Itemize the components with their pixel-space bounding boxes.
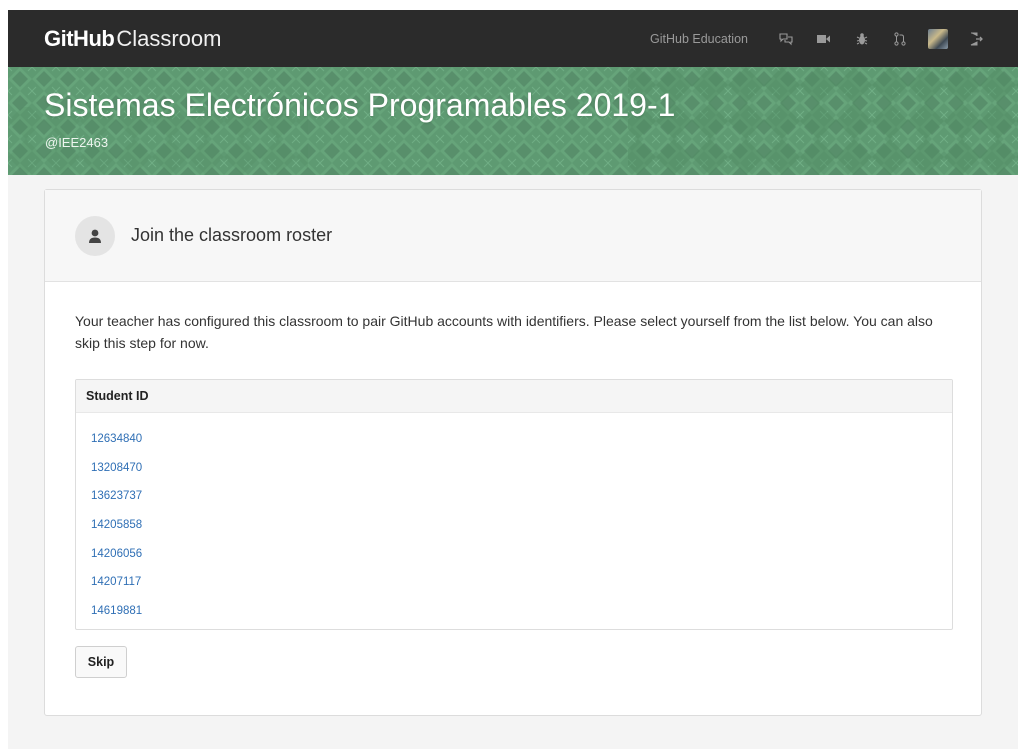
brand-classroom: Classroom bbox=[116, 25, 222, 51]
student-id-item[interactable]: 14206056 bbox=[91, 540, 952, 569]
classroom-banner: Sistemas Electrónicos Programables 2019-… bbox=[8, 67, 1018, 175]
student-id-header: Student ID bbox=[76, 380, 952, 413]
pull-request-icon[interactable] bbox=[882, 27, 918, 51]
brand-logo[interactable]: GitHub Classroom bbox=[44, 26, 221, 52]
student-list: 12634840 13208470 13623737 14205858 1420… bbox=[76, 413, 952, 629]
github-education-link[interactable]: GitHub Education bbox=[650, 32, 748, 46]
user-icon bbox=[75, 215, 115, 256]
brand-github: GitHub bbox=[44, 25, 115, 51]
student-id-item[interactable]: 13208470 bbox=[91, 454, 952, 483]
student-id-item[interactable]: 14619881 bbox=[91, 597, 952, 626]
roster-panel: Join the classroom roster Your teacher h… bbox=[44, 189, 982, 716]
video-icon[interactable] bbox=[806, 27, 842, 51]
nav-actions: GitHub Education bbox=[650, 10, 1018, 67]
panel-header: Join the classroom roster bbox=[45, 190, 981, 282]
student-id-item[interactable]: 14207117 bbox=[91, 568, 952, 597]
panel-title: Join the classroom roster bbox=[131, 225, 333, 245]
classroom-handle: @IEE2463 bbox=[45, 135, 109, 150]
skip-button[interactable]: Skip bbox=[75, 646, 127, 678]
chat-icon[interactable] bbox=[768, 27, 804, 51]
avatar bbox=[928, 28, 948, 49]
user-avatar-button[interactable] bbox=[920, 27, 956, 51]
student-id-item[interactable]: 12634840 bbox=[91, 425, 952, 454]
top-navbar: GitHub Classroom GitHub Education bbox=[8, 10, 1018, 67]
panel-body: Your teacher has configured this classro… bbox=[45, 282, 981, 678]
classroom-title: Sistemas Electrónicos Programables 2019-… bbox=[44, 87, 676, 123]
student-id-item[interactable]: 14205858 bbox=[91, 511, 952, 540]
browser-window: GitHub Classroom GitHub Education Sistem… bbox=[8, 10, 1018, 749]
bug-icon[interactable] bbox=[844, 27, 880, 51]
student-id-list[interactable]: Student ID 12634840 13208470 13623737 14… bbox=[75, 379, 953, 630]
sign-out-icon[interactable] bbox=[958, 27, 994, 51]
roster-description: Your teacher has configured this classro… bbox=[75, 313, 933, 351]
student-id-item[interactable]: 13623737 bbox=[91, 482, 952, 511]
